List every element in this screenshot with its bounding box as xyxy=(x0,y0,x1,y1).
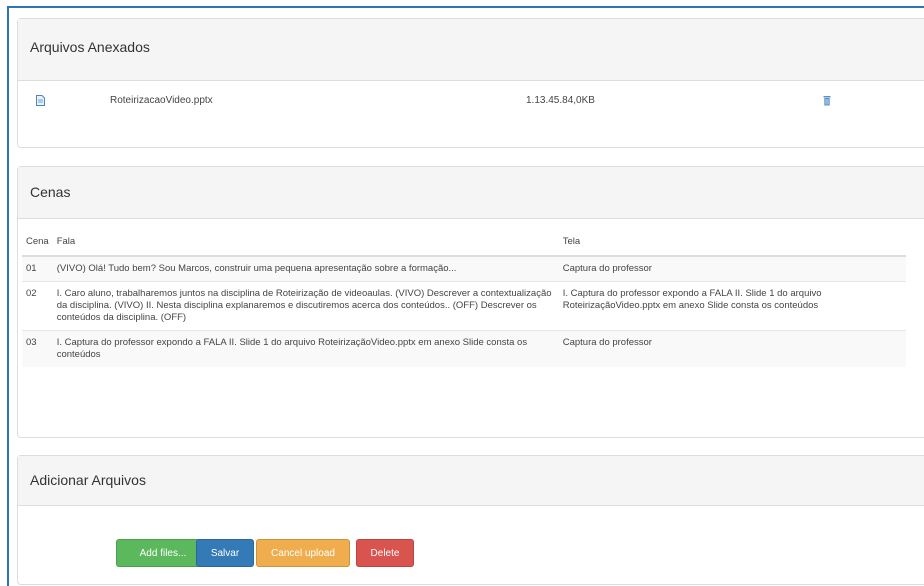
scenes-panel: Cenas Cena Fala Tela 01 (VIVO) Olá! Tudo… xyxy=(17,166,924,438)
attachment-file-size: 1.13.45.84,0KB xyxy=(526,95,595,106)
table-row[interactable]: 02 I. Caro aluno, trabalharemos juntos n… xyxy=(22,281,906,331)
upload-title: Adicionar Arquivos xyxy=(18,456,924,506)
attachment-file-name[interactable]: RoteirizacaoVideo.pptx xyxy=(110,95,213,106)
table-row[interactable]: 01 (VIVO) Olá! Tudo bem? Sou Marcos, con… xyxy=(22,255,906,282)
column-header-cena: Cena xyxy=(22,231,53,257)
scene-tela: Captura do professor xyxy=(558,255,906,282)
column-header-tela: Tela xyxy=(558,231,906,257)
attachments-panel: Arquivos Anexados RoteirizacaoVideo.pptx… xyxy=(17,18,924,148)
save-button[interactable]: Salvar xyxy=(196,539,254,567)
scene-tela: I. Captura do professor expondo a FALA I… xyxy=(558,281,906,331)
scene-number: 02 xyxy=(22,281,53,331)
scenes-table: Cena Fala Tela 01 (VIVO) Olá! Tudo bem? … xyxy=(22,231,906,367)
scenes-title: Cenas xyxy=(18,167,924,219)
table-header-row: Cena Fala Tela xyxy=(22,231,906,257)
column-header-fala: Fala xyxy=(52,231,559,257)
scene-tela: Captura do professor xyxy=(558,330,906,367)
delete-button[interactable]: Delete xyxy=(356,539,414,567)
table-row[interactable]: 03 I. Captura do professor expondo a FAL… xyxy=(22,330,906,367)
upload-panel: Adicionar Arquivos Add files... Salvar C… xyxy=(17,455,924,585)
trash-icon[interactable] xyxy=(823,95,831,106)
scene-fala: I. Caro aluno, trabalharemos juntos na d… xyxy=(52,281,559,331)
scene-number: 03 xyxy=(22,330,53,367)
cancel-upload-button[interactable]: Cancel upload xyxy=(256,539,350,567)
scene-fala: (VIVO) Olá! Tudo bem? Sou Marcos, constr… xyxy=(52,255,559,282)
scene-number: 01 xyxy=(22,255,53,282)
attachments-title: Arquivos Anexados xyxy=(18,19,924,81)
document-icon[interactable] xyxy=(36,95,45,106)
scene-fala: I. Captura do professor expondo a FALA I… xyxy=(52,330,559,367)
